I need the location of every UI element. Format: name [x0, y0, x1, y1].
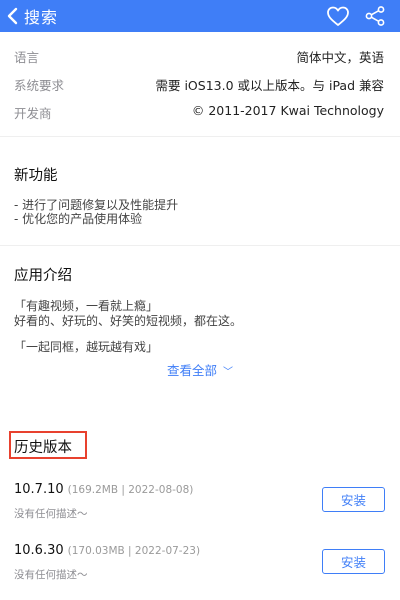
info-value: 简体中文，英语 — [296, 50, 384, 65]
chevron-left-icon — [7, 7, 18, 25]
section-title-intro: 应用介绍 — [14, 268, 72, 284]
see-all-label: 查看全部 — [166, 363, 217, 378]
install-button[interactable]: 安装 — [322, 549, 385, 574]
info-row-developer: 开发商 © 2011-2017 Kwai Technology — [0, 100, 400, 122]
divider — [0, 136, 400, 137]
divider — [0, 245, 400, 246]
info-row-requirements: 系统要求 需要 iOS13.0 或以上版本。与 iPad 兼容 — [0, 72, 400, 94]
nav-bar: 搜索 — [0, 0, 400, 32]
info-key: 系统要求 — [14, 78, 65, 93]
version-desc: 没有任何描述～ — [14, 569, 88, 581]
info-key: 开发商 — [14, 106, 52, 121]
version-number: 10.7.10 — [14, 482, 64, 497]
heart-icon[interactable] — [326, 5, 350, 27]
whats-new-line: - 优化您的产品使用体验 — [14, 212, 143, 226]
see-all-link[interactable]: 查看全部 ﹀ — [0, 360, 400, 379]
intro-line: 好看的、好玩的、好笑的短视频，都在这。 — [14, 314, 243, 328]
version-row: 10.7.10 (169.2MB | 2022-08-08) — [14, 482, 193, 497]
version-row: 10.6.30 (170.03MB | 2022-07-23) — [14, 543, 200, 558]
section-title-history: 历史版本 — [14, 440, 72, 456]
back-button[interactable]: 搜索 — [6, 4, 58, 28]
version-desc: 没有任何描述～ — [14, 508, 88, 520]
section-title-whats-new: 新功能 — [14, 168, 58, 184]
version-meta: (169.2MB | 2022-08-08) — [67, 484, 194, 496]
info-value: 需要 iOS13.0 或以上版本。与 iPad 兼容 — [155, 78, 384, 93]
back-label: 搜索 — [24, 8, 59, 27]
info-key: 语言 — [14, 50, 40, 65]
intro-line: 「一起同框，越玩越有戏」 — [14, 340, 159, 354]
info-row-language: 语言 简体中文，英语 — [0, 44, 400, 66]
version-meta: (170.03MB | 2022-07-23) — [67, 545, 201, 557]
chevron-down-icon: ﹀ — [223, 367, 233, 378]
install-button[interactable]: 安装 — [322, 487, 385, 512]
version-number: 10.6.30 — [14, 543, 64, 558]
info-value: © 2011-2017 Kwai Technology — [191, 103, 384, 118]
share-icon[interactable] — [364, 5, 386, 27]
